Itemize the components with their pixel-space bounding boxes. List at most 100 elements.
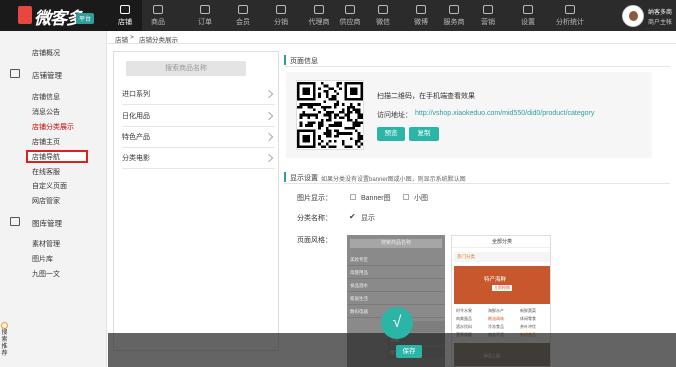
nav-item-7[interactable]: 微信	[366, 0, 400, 31]
user-profile[interactable]: 纳客多商 商户主帐	[622, 3, 676, 29]
nav-label: 服务商	[443, 19, 465, 26]
nav-label: 会员	[236, 19, 250, 26]
preview-row: 家居生活	[347, 292, 445, 305]
nav-item-10[interactable]: 营销	[471, 0, 505, 31]
sidebar-item-shop-keeper[interactable]: 网店管家	[32, 196, 60, 206]
category-item[interactable]: 特色产品	[122, 127, 275, 148]
category-item[interactable]: 分类电影	[122, 148, 275, 169]
sidebar-item-shop-info[interactable]: 店铺信息	[32, 92, 60, 102]
category-label: 日化用品	[122, 113, 150, 120]
sidebar-item-nine-images[interactable]: 九图一文	[32, 269, 60, 279]
nav-item-11[interactable]: 设置	[511, 0, 545, 31]
user-name: 纳客多商	[648, 10, 673, 16]
preview-grid-item: 冷冻食品	[488, 324, 504, 329]
weibo-icon	[416, 5, 426, 14]
avatar[interactable]	[622, 5, 644, 27]
small-image-option-label: 小图	[414, 195, 428, 202]
nav-item-1[interactable]: 商品	[141, 0, 175, 31]
preview-button[interactable]: 预览	[377, 127, 405, 141]
preview-grid-item: 时令水果	[456, 308, 472, 313]
sidebar-item-shop-home[interactable]: 店铺主页	[32, 137, 60, 147]
preview-grid-item: 肉禽蛋品	[456, 316, 472, 321]
nav-label: 订单	[198, 19, 212, 26]
shop-icon	[10, 69, 20, 78]
preview-row: 母婴用品	[347, 266, 445, 279]
category-label: 特色产品	[122, 134, 150, 141]
sidebar-section-gallery[interactable]: 图库管理	[32, 218, 62, 229]
preview-search-bar: 搜索商品名称	[350, 239, 442, 248]
float-char: 索	[1, 337, 8, 343]
url-label: 访问地址：	[377, 112, 412, 119]
small-image-checkbox[interactable]	[403, 194, 409, 200]
brand-logo[interactable]: 微客多 平台	[0, 0, 108, 31]
category-item[interactable]: 进口系列	[122, 84, 275, 105]
sidebar-item-shop-nav[interactable]: 店铺导航	[32, 152, 60, 162]
brand-badge: 平台	[76, 13, 95, 24]
nav-item-4[interactable]: 分销	[264, 0, 298, 31]
sidebar-item-category-display[interactable]: 店铺分类展示	[32, 122, 74, 132]
member-icon	[238, 5, 248, 14]
recommend-icon	[1, 322, 8, 329]
nav-label: 供应商	[339, 19, 361, 26]
nav-item-5[interactable]: 代理商	[302, 0, 336, 31]
chevron-right-icon	[264, 132, 274, 142]
page-info-title: 页面信息	[290, 58, 318, 65]
preview-header: 全部分类	[452, 236, 550, 248]
order-icon	[200, 5, 210, 14]
qr-code-icon	[296, 80, 364, 150]
category-search-input[interactable]: 搜索商品名称	[126, 61, 246, 76]
floating-search-recommend[interactable]: 搜 索 推 荐	[0, 322, 9, 367]
category-item[interactable]: 日化用品	[122, 106, 275, 127]
sidebar: 店铺概况 店铺管理 店铺信息 消息公告 店铺分类展示 店铺主页 店铺导航 在线客…	[0, 31, 107, 367]
user-role: 商户主帐	[648, 20, 673, 26]
store-icon	[120, 5, 130, 14]
sidebar-item-custom-page[interactable]: 自定义页面	[32, 181, 67, 191]
chevron-right-icon	[264, 111, 274, 121]
nav-item-2[interactable]: 订单	[188, 0, 222, 31]
nav-item-9[interactable]: 服务商	[437, 0, 471, 31]
marketing-icon	[483, 5, 493, 14]
sidebar-item-announcement[interactable]: 消息公告	[32, 107, 60, 117]
section-marker	[284, 172, 286, 182]
save-button[interactable]: 保存	[396, 345, 422, 358]
divider	[284, 183, 670, 184]
sidebar-item-overview[interactable]: 店铺概况	[32, 48, 60, 58]
show-name-checkbox[interactable]: ✔	[349, 212, 356, 221]
divider	[284, 66, 670, 67]
float-char: 搜	[1, 330, 8, 336]
sidebar-item-online-service[interactable]: 在线客服	[32, 167, 60, 177]
page-url-link[interactable]: http://vshop.xiaokeduo.com/mid550/did0/p…	[415, 110, 594, 117]
category-panel: 搜索商品名称 进口系列 日化用品 特色产品 分类电影	[113, 51, 279, 351]
wechat-icon	[378, 5, 388, 14]
page-style-label: 页面风格：	[297, 237, 332, 244]
analytics-icon	[565, 5, 575, 14]
copy-button[interactable]: 复制	[409, 127, 439, 141]
float-char: 荐	[1, 351, 8, 357]
chevron-right-icon	[264, 153, 274, 163]
sidebar-item-materials[interactable]: 素材管理	[32, 239, 60, 249]
settings-icon	[523, 5, 533, 14]
nav-item-0[interactable]: 店铺	[108, 0, 142, 31]
nav-label: 微博	[414, 19, 428, 26]
nav-label: 商品	[151, 19, 165, 26]
nav-item-8[interactable]: 微博	[404, 0, 438, 31]
breadcrumb-root[interactable]: 店铺	[115, 34, 128, 44]
breadcrumb: 店铺 > 店铺分类展示	[108, 31, 676, 44]
nav-item-6[interactable]: 供应商	[333, 0, 367, 31]
preview-tab: 热门分类	[454, 252, 550, 262]
banner-option-label: Banner图	[361, 195, 391, 202]
confirm-fab-icon[interactable]: √	[381, 307, 413, 339]
page-info-box: 扫描二维码，在手机端查看效果 访问地址： http://vshop.xiaoke…	[286, 72, 652, 158]
sidebar-section-shop[interactable]: 店铺管理	[32, 70, 62, 81]
sidebar-item-image-library[interactable]: 图片库	[32, 254, 53, 264]
nav-item-3[interactable]: 会员	[226, 0, 260, 31]
brand-name: 微客多	[34, 9, 83, 28]
scan-hint: 扫描二维码，在手机端查看效果	[377, 93, 475, 100]
banner-title: 特产海鲜	[484, 277, 507, 283]
service-icon	[449, 5, 459, 14]
category-label: 进口系列	[122, 91, 150, 98]
nav-item-12[interactable]: 分析统计	[549, 0, 591, 31]
supplier-icon	[345, 5, 355, 14]
nav-label: 设置	[521, 19, 535, 26]
banner-checkbox[interactable]	[350, 194, 356, 200]
